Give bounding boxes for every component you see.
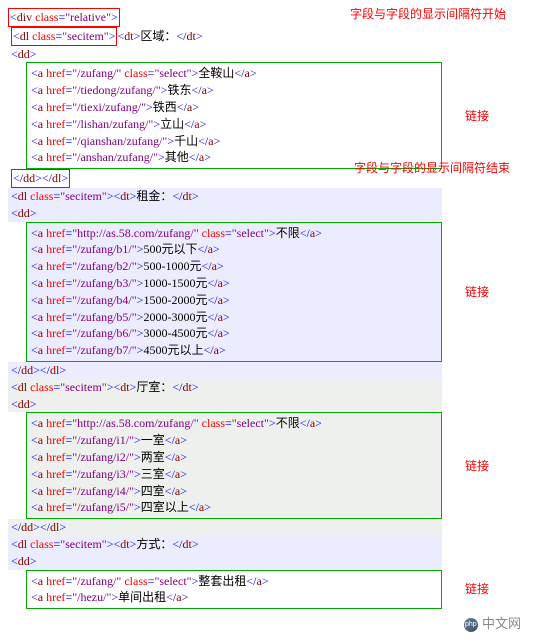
code-link-line: <a href="/tiexi/zufang/">铁西</a> (31, 99, 437, 116)
anno-link-label: 链接 (465, 108, 489, 125)
code-link-line: <a href="/hezu/">单间出租</a> (31, 589, 437, 606)
anno-link-label: 链接 (465, 458, 489, 475)
code-link-line: <a href="/zufang/i2/">两室</a> (31, 449, 437, 466)
code-link-line: <a href="/zufang/b2/">500-1000元</a> (31, 258, 437, 275)
code-link-line: <a href="/zufang/b1/">500元以下</a> (31, 241, 437, 258)
code-link-line: <a href="/qianshan/zufang/">千山</a> (31, 133, 437, 150)
code-link-line: <a href="http://as.58.com/zufang/" class… (31, 225, 437, 242)
code-link-line: <a href="/tiedong/zufang/">铁东</a> (31, 82, 437, 99)
code-link-line: <a href="/zufang/b4/">1500-2000元</a> (31, 292, 437, 309)
link-group-box: <a href="/zufang/" class="select">全鞍山</a… (26, 62, 442, 169)
code-line: <dd> (8, 205, 442, 222)
highlight-div-open: <div class="relative"> (8, 8, 120, 27)
logo-text: 中文网 (482, 616, 521, 631)
code-link-line: <a href="/zufang/b7/">4500元以上</a> (31, 342, 437, 359)
code-line: </dd></dl> (8, 362, 442, 379)
anno-link-label: 链接 (465, 581, 489, 598)
code-link-line: <a href="/zufang/i4/">四室</a> (31, 483, 437, 500)
link-group-box: <a href="/zufang/" class="select">整套出租</… (26, 570, 442, 610)
code-line: <dl class="secitem"><dt>租金：</dt> (8, 188, 442, 205)
code-line: <dl class="secitem"><dt>厅室：</dt> (8, 379, 442, 396)
code-link-line: <a href="http://as.58.com/zufang/" class… (31, 415, 437, 432)
code-link-line: <a href="/zufang/b6/">3000-4500元</a> (31, 325, 437, 342)
footer-logo: 中文网 (8, 609, 541, 633)
highlight-dl-open: <dl class="secitem"> (11, 27, 117, 46)
code-link-line: <a href="/zufang/i5/">四室以上</a> (31, 499, 437, 516)
php-logo-icon (464, 618, 478, 632)
anno-separator-start: 字段与字段的显示间隔符开始 (350, 6, 506, 23)
code-link-line: <a href="/zufang/b3/">1000-1500元</a> (31, 275, 437, 292)
code-link-line: <a href="/zufang/i1/">一室</a> (31, 432, 437, 449)
code-line: <dl class="secitem"><dt>区域：</dt> (8, 27, 442, 46)
anno-separator-end: 字段与字段的显示间隔符结束 (354, 160, 510, 177)
code-line: </dd></dl> (8, 519, 442, 536)
code-line: <dl class="secitem"><dt>方式：</dt> (8, 536, 442, 553)
link-group-box: <a href="http://as.58.com/zufang/" class… (26, 222, 442, 362)
link-group-box: <a href="http://as.58.com/zufang/" class… (26, 412, 442, 519)
code-line: <dd> (8, 553, 442, 570)
anno-link-label: 链接 (465, 284, 489, 301)
code-link-line: <a href="/lishan/zufang/">立山</a> (31, 116, 437, 133)
code-link-line: <a href="/zufang/i3/">三室</a> (31, 466, 437, 483)
code-line: <dd> (8, 46, 442, 63)
code-link-line: <a href="/zufang/" class="select">整套出租</… (31, 573, 437, 590)
highlight-dd-dl-close: </dd></dl> (11, 169, 70, 188)
code-line: <dd> (8, 396, 442, 413)
code-link-line: <a href="/zufang/b5/">2000-3000元</a> (31, 309, 437, 326)
code-link-line: <a href="/zufang/" class="select">全鞍山</a… (31, 65, 437, 82)
